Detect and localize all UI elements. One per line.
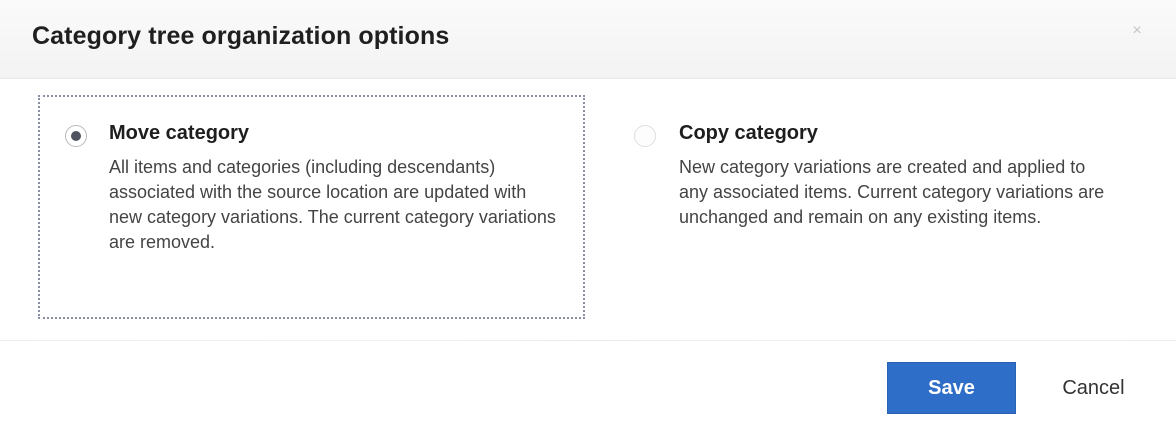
copy-category-radio[interactable] — [634, 125, 656, 147]
move-category-radio[interactable] — [65, 125, 87, 147]
dialog-title: Category tree organization options — [32, 22, 450, 50]
copy-category-option[interactable]: Copy category New category variations ar… — [600, 95, 1148, 319]
copy-category-description: New category variations are created and … — [679, 157, 1105, 227]
move-category-title: Move category — [109, 122, 250, 144]
close-icon[interactable]: × — [1128, 22, 1146, 40]
organization-options-dialog: Category tree organization options × Mov… — [0, 0, 1176, 429]
cancel-button[interactable]: Cancel — [1035, 362, 1152, 414]
dialog-header: Category tree organization options × — [0, 0, 1176, 79]
save-button[interactable]: Save — [887, 362, 1016, 414]
copy-category-title: Copy category — [679, 122, 818, 144]
footer-divider — [0, 340, 1176, 341]
move-category-option[interactable]: Move category All items and categories (… — [38, 95, 585, 319]
move-category-description: All items and categories (including desc… — [109, 157, 556, 252]
radio-selected-dot — [71, 131, 81, 141]
